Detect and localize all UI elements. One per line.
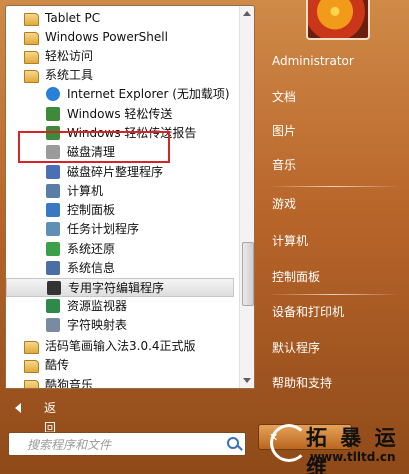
char-map-icon [46, 318, 60, 332]
right-pane-item[interactable]: 文档 [272, 88, 296, 106]
program-label: Internet Explorer (无加载项) [67, 87, 230, 101]
program-label: 酷狗音乐 [45, 378, 94, 389]
right-pane-item[interactable]: 帮助和支持 [272, 374, 332, 392]
right-pane-item[interactable]: 计算机 [272, 232, 308, 250]
right-pane-item[interactable]: Administrator [272, 52, 354, 70]
program-item[interactable]: 系统信息 [6, 259, 234, 278]
program-item[interactable]: 控制面板 [6, 201, 234, 220]
program-item[interactable]: 磁盘碎片整理程序 [6, 163, 234, 182]
watermark-url: www.tlltd.cn [310, 450, 396, 464]
program-label: Tablet PC [45, 11, 101, 25]
folder-icon [24, 32, 39, 45]
folder-icon [24, 13, 39, 26]
program-folder[interactable]: Windows PowerShell [6, 28, 234, 47]
right-pane-item[interactable]: 游戏 [272, 195, 296, 213]
program-folder[interactable]: 活码笔画输入法3.0.4正式版 [6, 337, 234, 356]
program-folder[interactable]: 酷传 [6, 356, 234, 375]
start-menu: Tablet PC Windows PowerShell 轻松访问系统工具 Inter… [0, 0, 409, 474]
scroll-down-arrow-icon[interactable] [243, 378, 251, 383]
computer-icon [46, 184, 60, 198]
char-editor-icon [47, 281, 61, 295]
program-label: 系统信息 [67, 261, 116, 275]
program-label: 酷传 [45, 358, 70, 372]
program-label: 轻松访问 [45, 49, 94, 63]
program-folder[interactable]: 系统工具 [6, 66, 234, 85]
system-info-icon [46, 261, 60, 275]
program-label: 任务计划程序 [67, 222, 140, 236]
program-item[interactable]: 系统还原 [6, 240, 234, 259]
program-folder[interactable]: 轻松访问 [6, 47, 234, 66]
scrollbar[interactable] [239, 6, 254, 388]
watermark-arc-icon [270, 424, 308, 462]
folder-icon [24, 341, 39, 354]
right-pane-item[interactable]: 音乐 [272, 156, 296, 174]
easy-transfer-icon [46, 107, 60, 121]
program-folder[interactable]: Tablet PC [6, 9, 234, 28]
folder-icon [24, 51, 39, 64]
scrollbar-thumb[interactable] [242, 242, 254, 306]
watermark-title: 拓 暴 运 维 [306, 426, 399, 474]
folder-icon [24, 380, 39, 388]
all-programs-list: Tablet PC Windows PowerShell 轻松访问系统工具 Inter… [5, 5, 255, 389]
program-label: Windows 轻松传送 [67, 107, 173, 121]
watermark-logo: 拓 暴 运 维 www.tlltd.cn [266, 418, 406, 474]
search-placeholder: 搜索程序和文件 [27, 438, 112, 452]
right-pane-item[interactable]: 图片 [272, 122, 296, 140]
highlight-annotation-box [18, 131, 170, 163]
system-restore-icon [46, 242, 60, 256]
right-pane-item[interactable]: 控制面板 [272, 268, 320, 286]
program-label: 资源监视器 [67, 299, 128, 313]
program-label: 控制面板 [67, 203, 116, 217]
program-label: 字符映射表 [67, 318, 128, 332]
program-item[interactable]: 字符映射表 [6, 316, 234, 335]
control-panel-icon [46, 203, 60, 217]
program-label: 专用字符编辑程序 [68, 281, 165, 295]
program-label: Windows PowerShell [45, 30, 168, 44]
program-label: 系统还原 [67, 242, 116, 256]
folder-icon [24, 360, 39, 373]
search-box[interactable]: 搜索程序和文件 [8, 432, 246, 456]
program-label: 系统工具 [45, 68, 94, 82]
program-item[interactable]: 任务计划程序 [6, 220, 234, 239]
back-arrow-icon [15, 403, 21, 413]
program-item[interactable]: 资源监视器 [6, 297, 234, 316]
search-icon[interactable] [227, 437, 239, 449]
program-label: 活码笔画输入法3.0.4正式版 [45, 339, 196, 353]
user-picture[interactable] [306, 0, 370, 40]
right-pane-item[interactable]: 默认程序 [272, 339, 320, 357]
defragmenter-icon [46, 165, 60, 179]
resource-monitor-icon [46, 299, 60, 313]
divider [268, 294, 400, 295]
program-item[interactable]: 专用字符编辑程序 [6, 278, 234, 297]
program-item[interactable]: Windows 轻松传送 [6, 105, 234, 124]
program-label: 计算机 [67, 184, 104, 198]
program-item[interactable]: 计算机 [6, 182, 234, 201]
program-item[interactable]: Internet Explorer (无加载项) [6, 85, 234, 104]
scroll-up-arrow-icon[interactable] [243, 11, 251, 16]
program-label: 磁盘碎片整理程序 [67, 165, 164, 179]
folder-icon [24, 70, 39, 83]
internet-explorer-icon [46, 87, 60, 101]
program-folder[interactable]: 酷狗音乐 [6, 376, 234, 389]
divider [268, 186, 400, 187]
task-scheduler-icon [46, 222, 60, 236]
right-pane-item[interactable]: 设备和打印机 [272, 303, 344, 321]
